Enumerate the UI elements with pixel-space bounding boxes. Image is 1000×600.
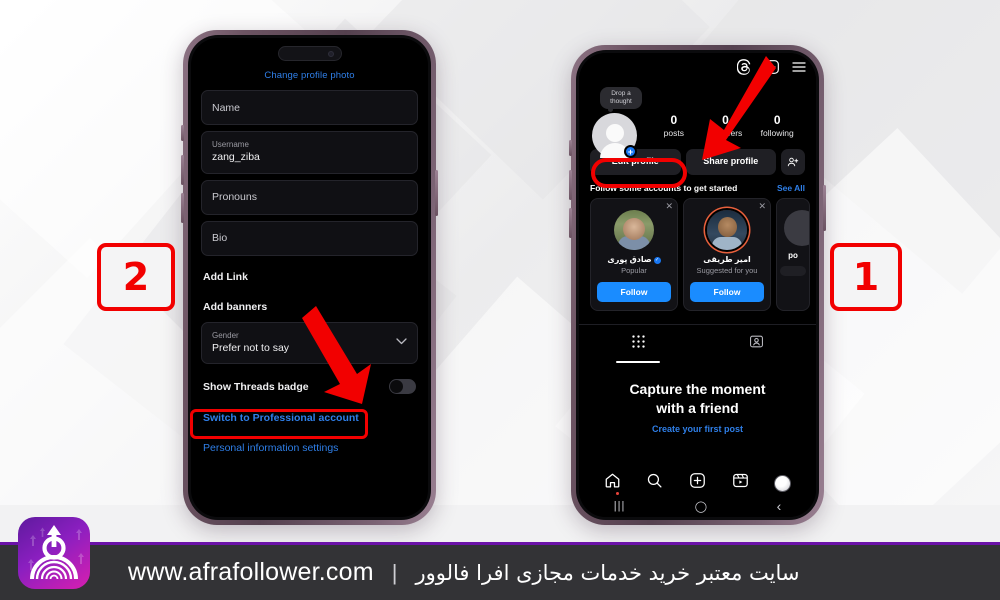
close-icon[interactable]: ✕ bbox=[758, 202, 766, 211]
profile-avatar-icon[interactable] bbox=[774, 474, 792, 492]
suggestion-name: امیر طریقی bbox=[703, 255, 751, 265]
tab-active-indicator bbox=[616, 360, 661, 363]
pronouns-field-placeholder: Pronouns bbox=[212, 191, 257, 204]
tab-grid[interactable] bbox=[579, 325, 698, 363]
footer-banner: www.afrafollower.com | سایت معتبر خرید خ… bbox=[0, 542, 1000, 600]
suggestion-avatar bbox=[707, 210, 747, 251]
profile-tabs bbox=[579, 323, 817, 363]
username-field-label: Username bbox=[212, 140, 249, 149]
mute-switch[interactable] bbox=[181, 125, 184, 141]
follow-button[interactable]: Follow bbox=[690, 281, 764, 302]
tagged-person-icon bbox=[749, 334, 764, 354]
suggestion-avatar bbox=[614, 210, 654, 251]
grid-icon bbox=[631, 334, 646, 354]
add-link-row[interactable]: Add Link bbox=[191, 262, 428, 292]
back-icon[interactable]: ‹ bbox=[777, 498, 782, 514]
footer-separator: | bbox=[391, 559, 398, 585]
power-button[interactable] bbox=[823, 185, 826, 231]
tab-tagged[interactable] bbox=[698, 325, 817, 363]
drop-a-thought-bubble[interactable]: Drop a thought bbox=[600, 87, 642, 112]
home-notification-dot bbox=[615, 492, 619, 495]
front-camera-icon bbox=[327, 50, 334, 57]
website-url[interactable]: www.afrafollower.com bbox=[128, 558, 374, 587]
add-story-badge[interactable]: + bbox=[624, 145, 637, 158]
suggestion-name-row: امیر طریقی bbox=[690, 255, 764, 265]
change-profile-photo-link[interactable]: Change profile photo bbox=[191, 66, 428, 90]
show-threads-badge-toggle[interactable] bbox=[389, 379, 416, 395]
bio-field[interactable]: Bio bbox=[201, 220, 418, 256]
empty-state: Capture the moment with a friend Create … bbox=[579, 363, 816, 435]
hamburger-menu-icon[interactable] bbox=[791, 59, 807, 75]
left-phone-mockup: Change profile photo Name Username zang_… bbox=[181, 30, 438, 525]
home-icon[interactable] bbox=[604, 472, 621, 495]
home-circle-icon[interactable]: ◯ bbox=[695, 500, 707, 513]
left-phone-screen: Change profile photo Name Username zang_… bbox=[191, 38, 428, 517]
mute-switch[interactable] bbox=[569, 140, 572, 156]
username-field-value: zang_ziba bbox=[212, 151, 260, 164]
follow-button[interactable] bbox=[780, 266, 806, 277]
name-field[interactable]: Name bbox=[201, 90, 418, 125]
step-number-1-badge: 1 bbox=[830, 243, 902, 311]
empty-state-line2: with a friend bbox=[656, 399, 739, 416]
verified-badge-icon: ✓ bbox=[653, 256, 661, 264]
tab-indicator-inactive bbox=[735, 361, 779, 363]
left-phone-bezel: Change profile photo Name Username zang_… bbox=[188, 35, 431, 520]
toggle-knob bbox=[390, 380, 403, 394]
recents-icon[interactable]: ||| bbox=[614, 500, 626, 512]
name-field-placeholder: Name bbox=[212, 101, 241, 114]
personal-information-settings-link[interactable]: Personal information settings bbox=[191, 433, 428, 463]
close-icon[interactable]: ✕ bbox=[665, 202, 673, 211]
suggestions-title: Follow some accounts to get started bbox=[590, 183, 738, 194]
see-all-link[interactable]: See All bbox=[777, 183, 805, 193]
volume-up-button[interactable] bbox=[181, 155, 184, 185]
search-icon[interactable] bbox=[646, 472, 663, 494]
arrow-pointing-to-edit-profile bbox=[702, 56, 776, 160]
suggestion-avatar bbox=[784, 210, 809, 247]
suggestion-card[interactable]: ✕ ✓ صادق پوری Popular Follow bbox=[590, 198, 678, 311]
volume-down-button[interactable] bbox=[569, 208, 572, 238]
avatar-head bbox=[605, 124, 624, 142]
footer-tagline: سایت معتبر خرید خدمات مجازی افرا فالوور bbox=[415, 560, 800, 585]
suggestion-subtitle: Popular bbox=[621, 266, 647, 276]
suggestion-cards-carousel[interactable]: ✕ ✓ صادق پوری Popular Follow ✕ امیر طریق… bbox=[579, 198, 816, 311]
follow-button[interactable]: Follow bbox=[597, 281, 671, 302]
suggestion-card[interactable]: po bbox=[776, 198, 810, 311]
chevron-down-icon bbox=[396, 337, 407, 348]
create-first-post-link[interactable]: Create your first post bbox=[579, 424, 816, 434]
bio-field-placeholder: Bio bbox=[212, 232, 228, 245]
step-number-2-badge: 2 bbox=[97, 243, 175, 311]
suggestion-name: po bbox=[788, 251, 798, 261]
android-navigation-bar: ||| ◯ ‹ bbox=[579, 497, 816, 515]
suggestions-header: Follow some accounts to get started See … bbox=[579, 175, 816, 198]
arrow-pointing-to-switch-professional bbox=[302, 306, 371, 404]
username-field[interactable]: Username zang_ziba bbox=[201, 131, 418, 174]
suggestion-name-row: ✓ صادق پوری bbox=[597, 255, 671, 265]
suggestion-name: صادق پوری bbox=[607, 255, 652, 265]
afrafollower-logo bbox=[18, 517, 90, 589]
bottom-navigation-bar bbox=[579, 472, 816, 495]
plus-square-icon[interactable] bbox=[689, 472, 706, 494]
reels-icon[interactable] bbox=[732, 472, 749, 494]
suggestion-card[interactable]: ✕ امیر طریقی Suggested for you Follow bbox=[683, 198, 771, 311]
volume-up-button[interactable] bbox=[569, 170, 572, 200]
logo-glyph bbox=[28, 525, 84, 580]
volume-down-button[interactable] bbox=[181, 193, 184, 223]
add-person-icon[interactable] bbox=[781, 149, 805, 176]
pronouns-field[interactable]: Pronouns bbox=[201, 179, 418, 215]
empty-state-line1: Capture the moment bbox=[629, 380, 766, 397]
dynamic-island bbox=[277, 46, 342, 61]
suggestion-subtitle: Suggested for you bbox=[696, 266, 758, 276]
show-threads-badge-label: Show Threads badge bbox=[203, 380, 309, 393]
power-button[interactable] bbox=[435, 170, 438, 216]
